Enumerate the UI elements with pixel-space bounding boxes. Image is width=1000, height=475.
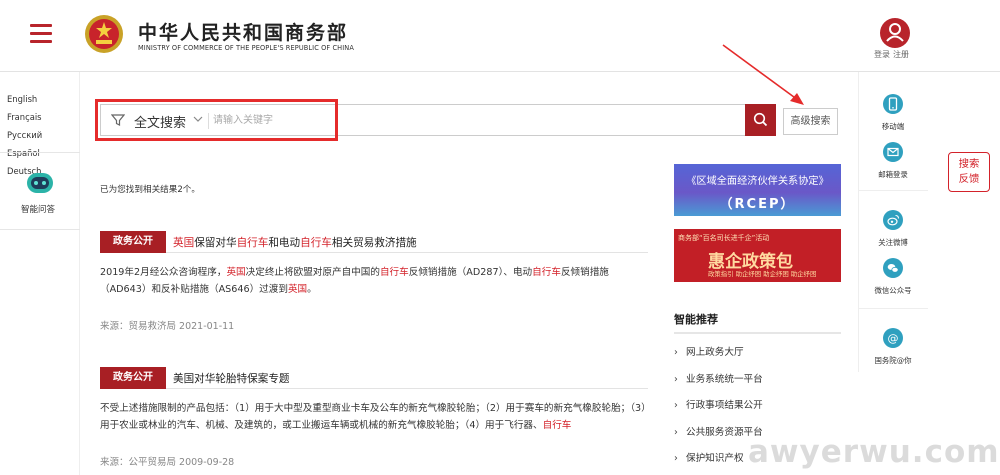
text-run: 。 — [307, 284, 317, 295]
policy-banner-caption: 商务部“百名司长进千企”活动 — [678, 234, 770, 242]
user-links: 登录 注册 — [874, 49, 912, 60]
divider — [858, 308, 928, 309]
keyword-highlight: 英国 — [173, 237, 195, 249]
site-header: 中华人民共和国商务部 MINISTRY OF COMMERCE OF THE P… — [0, 0, 1000, 72]
chevron-right-icon: › — [674, 400, 678, 411]
policy-banner-tags: 政策指引 助企纾困 助企纾困 助企纾困 — [708, 270, 817, 278]
mobile-phone-icon — [883, 94, 903, 114]
lang-french[interactable]: Français — [7, 112, 42, 122]
hamburger-menu-button[interactable] — [30, 24, 52, 43]
email-login-link[interactable]: 邮箱登录 — [863, 142, 923, 180]
result-source: 来源：贸易救济局 2021-01-11 — [100, 321, 235, 332]
watermark-text: awyerwu.com — [748, 434, 1000, 470]
search-input[interactable] — [213, 108, 733, 132]
chevron-down-icon[interactable] — [193, 114, 203, 124]
register-link[interactable]: 注册 — [893, 50, 909, 59]
weibo-icon — [883, 210, 903, 230]
at-sign-icon: @ — [883, 328, 903, 348]
text-run: 相关贸易救济措施 — [331, 237, 417, 249]
category-tag: 政务公开 — [100, 231, 166, 253]
text-run: 保留对华 — [194, 237, 237, 249]
chevron-right-icon: › — [674, 347, 678, 358]
chevron-right-icon: › — [674, 426, 678, 438]
divider — [0, 152, 80, 153]
search-bar: 全文搜索 — [100, 104, 775, 136]
wechat-icon — [883, 258, 903, 278]
left-sidebar: English Français Русский Español Deutsch… — [0, 72, 80, 475]
text-run: 和电动 — [268, 237, 301, 249]
advanced-search-button[interactable]: 高级搜索 — [783, 108, 838, 135]
national-emblem-icon — [85, 15, 123, 53]
rcep-banner-subtitle: （RCEP） — [719, 197, 796, 212]
divider — [0, 229, 80, 230]
result-count: 已为您找到相关结果2个。 — [100, 185, 200, 195]
search-type-select[interactable]: 全文搜索 — [134, 112, 186, 131]
site-title[interactable]: 中华人民共和国商务部 — [138, 18, 348, 45]
result-item: 政务公开 美国对华轮胎特保案专题 不受上述措施限制的产品包括：（1）用于大中型及… — [100, 367, 648, 468]
result-snippet: 不受上述措施限制的产品包括：（1）用于大中型及重型商业卡车及公车的新充气橡胶轮胎… — [100, 400, 648, 434]
lang-russian[interactable]: Русский — [7, 130, 42, 140]
keyword-highlight: 自行车 — [300, 237, 332, 249]
result-item: 政务公开 英国保留对华自行车和电动自行车相关贸易救济措施 2019年2月经公众咨… — [100, 231, 648, 332]
policy-package-banner[interactable]: 商务部“百名司长进千企”活动 惠企政策包 政策指引 助企纾困 助企纾困 助企纾困 — [674, 229, 841, 282]
divider — [208, 113, 209, 129]
robot-chat-icon[interactable] — [26, 172, 54, 194]
lang-spanish[interactable]: Español — [7, 148, 40, 158]
category-tag: 政务公开 — [100, 367, 166, 389]
text-run: 反倾销措施（AD287）、电动 — [408, 267, 533, 278]
recommend-item[interactable]: › 行政事项结果公开 — [674, 397, 844, 424]
chevron-right-icon: › — [674, 453, 678, 464]
keyword-highlight: 英国 — [226, 267, 246, 278]
mail-icon — [883, 142, 903, 162]
keyword-highlight: 英国 — [287, 284, 308, 295]
recommend-item[interactable]: › 网上政务大厅 — [674, 344, 844, 371]
text-run: 决定终止将欧盟对原产自中国的 — [245, 267, 380, 278]
language-list: English Français Русский Español Deutsch — [7, 90, 77, 180]
state-council-link[interactable]: @ 国务院@你 — [863, 328, 923, 366]
result-title-link[interactable]: 英国保留对华自行车和电动自行车相关贸易救济措施 — [173, 235, 417, 250]
site-subtitle: MINISTRY OF COMMERCE OF THE PEOPLE'S REP… — [138, 44, 354, 52]
keyword-highlight: 自行车 — [532, 267, 561, 278]
rcep-banner[interactable]: 《区域全面经济伙伴关系协定》 （RCEP） — [674, 164, 841, 216]
login-link[interactable]: 登录 — [874, 50, 890, 59]
divider — [858, 72, 859, 372]
keyword-highlight: 自行车 — [236, 237, 269, 249]
lang-english[interactable]: English — [7, 94, 37, 104]
svg-text:@: @ — [888, 332, 899, 345]
user-avatar-icon[interactable] — [880, 18, 910, 48]
result-title-link[interactable]: 美国对华轮胎特保案专题 — [173, 371, 290, 386]
rcep-banner-title: 《区域全面经济伙伴关系协定》 — [686, 176, 829, 187]
recommend-item[interactable]: › 业务系统统一平台 — [674, 371, 844, 398]
result-snippet: 2019年2月经公众咨询程序，英国决定终止将欧盟对原产自中国的自行车反倾销措施（… — [100, 264, 648, 298]
keyword-highlight: 自行车 — [542, 420, 572, 431]
text-run: 2019年2月经公众咨询程序， — [100, 267, 227, 278]
text-run: 美国对华轮胎特保案专题 — [173, 373, 290, 385]
smart-qa-label[interactable]: 智能问答 — [21, 203, 55, 215]
search-icon — [753, 112, 768, 127]
keyword-highlight: 自行车 — [379, 267, 409, 278]
weibo-link[interactable]: 关注微博 — [863, 210, 923, 248]
recommend-title: 智能推荐 — [674, 313, 718, 326]
wechat-link[interactable]: 微信公众号 — [863, 258, 923, 296]
filter-icon — [111, 114, 125, 126]
right-sidebar: 移动端 邮箱登录 关注微博 微信公众号 @ 国务院@你 — [858, 72, 1000, 475]
chevron-right-icon: › — [674, 373, 678, 385]
search-feedback-button[interactable]: 搜索 反馈 — [948, 152, 990, 192]
divider — [674, 332, 841, 334]
divider — [858, 190, 928, 191]
search-button[interactable] — [745, 104, 776, 136]
result-source: 来源：公平贸易局 2009-09-28 — [100, 457, 235, 468]
mobile-link[interactable]: 移动端 — [863, 94, 923, 132]
